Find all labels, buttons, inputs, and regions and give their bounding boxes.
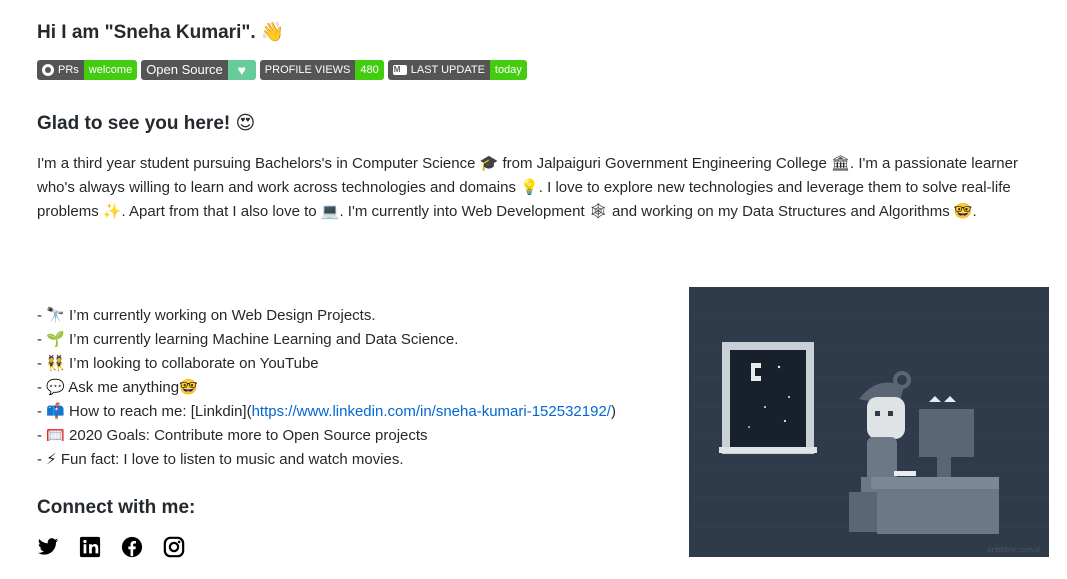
list-item: - 👯 I’m looking to collaborate on YouTub… (37, 355, 319, 372)
list-item: - 📫 How to reach me: [Linkdin](https://w… (37, 403, 616, 420)
badge-label: PROFILE VIEWS (259, 60, 356, 80)
prs-welcome-badge[interactable]: PRs welcome (37, 60, 138, 80)
heart-icon: ♥ (227, 60, 256, 80)
last-update-badge[interactable]: LAST UPDATE today (387, 60, 527, 80)
glad-text: Glad to see you here! (37, 113, 231, 134)
heart-eyes-icon: 😍 (235, 112, 256, 134)
badge-row: PRs welcome Open Source ♥ PROFILE VIEWS … (37, 60, 527, 80)
badge-value: 480 (355, 60, 384, 80)
list-item: - 💬 Ask me anything🤓 (37, 379, 198, 396)
list-item: - 🌱 I’m currently learning Machine Learn… (37, 331, 459, 348)
badge-label: Open Source (141, 60, 228, 80)
twitter-icon[interactable] (37, 536, 59, 558)
title-text: Hi I am "Sneha Kumari". (37, 22, 256, 43)
intro-paragraph: I'm a third year student pursuing Bachel… (37, 155, 1018, 220)
open-source-badge[interactable]: Open Source ♥ (141, 60, 256, 80)
badge-value: today (489, 60, 527, 80)
facebook-icon[interactable] (121, 536, 143, 558)
linkedin-link[interactable]: https://www.linkedin.com/in/sneha-kumari… (252, 403, 611, 420)
page-title: Hi I am "Sneha Kumari". 👋 (37, 20, 285, 44)
social-links (37, 536, 185, 558)
instagram-icon[interactable] (163, 536, 185, 558)
facts-list: - 🔭 I’m currently working on Web Design … (37, 304, 616, 472)
markdown-icon (392, 60, 407, 80)
list-item: - 🔭 I’m currently working on Web Design … (37, 307, 376, 324)
coding-illustration: dribbble.com/d (689, 287, 1049, 557)
connect-heading: Connect with me: (37, 497, 196, 518)
badge-label: LAST UPDATE (410, 64, 485, 76)
profile-views-badge[interactable]: PROFILE VIEWS 480 (259, 60, 384, 80)
waving-hand-icon: 👋 (260, 21, 285, 43)
glad-heading: Glad to see you here! 😍 (37, 112, 255, 135)
linkedin-icon[interactable] (79, 536, 101, 558)
badge-value: welcome (83, 60, 138, 80)
list-item: - ⚡ Fun fact: I love to listen to music … (37, 451, 404, 468)
credit-text: dribbble.com/d (987, 546, 1040, 554)
list-item: - 🥅 2020 Goals: Contribute more to Open … (37, 427, 428, 444)
github-icon (42, 64, 54, 76)
badge-label: PRs (58, 64, 79, 76)
